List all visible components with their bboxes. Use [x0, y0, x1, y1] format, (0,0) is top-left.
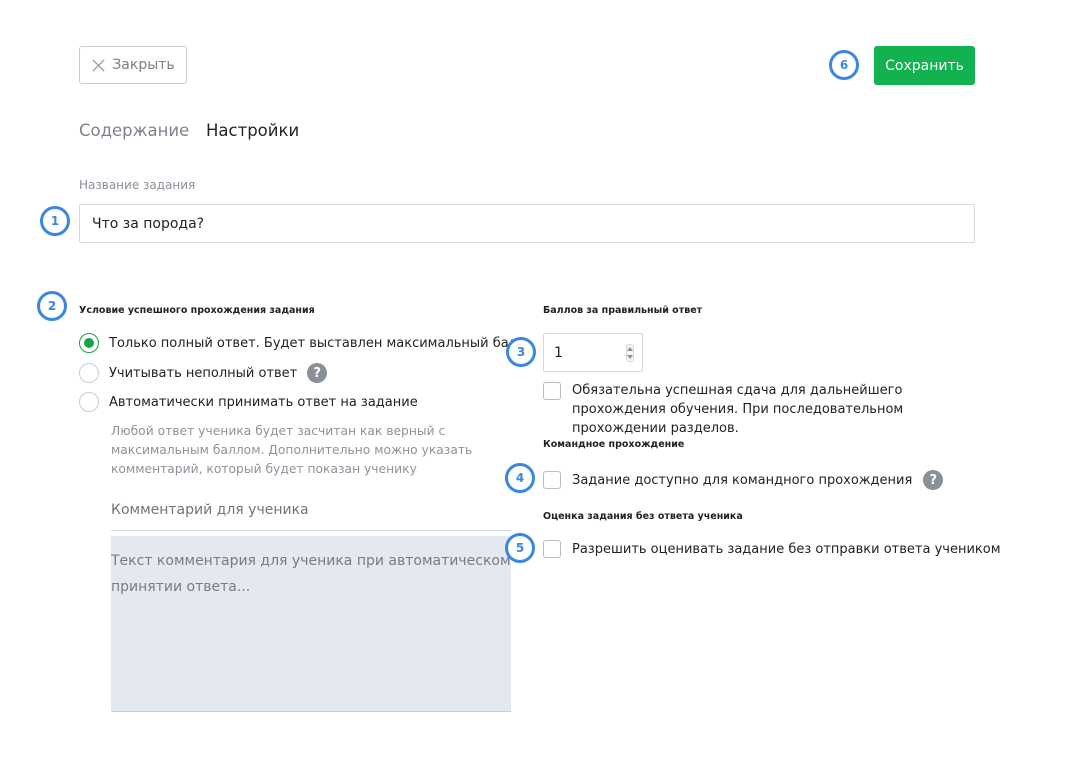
- radio-button[interactable]: [79, 363, 99, 383]
- team-title: Командное прохождение: [543, 439, 685, 450]
- stepper-down-icon[interactable]: [627, 354, 633, 359]
- stepper-up-icon[interactable]: [627, 346, 633, 351]
- team-checkbox-row[interactable]: Задание доступно для командного прохожде…: [543, 470, 944, 490]
- team-checkbox-label: Задание доступно для командного прохожде…: [572, 472, 913, 488]
- comment-divider: [111, 530, 511, 531]
- radio-partial-answer-label: Учитывать неполный ответ: [109, 365, 298, 381]
- score-input[interactable]: [552, 343, 626, 362]
- auto-accept-hint: Любой ответ ученика будет засчитан как в…: [111, 424, 473, 476]
- task-name-input[interactable]: [79, 204, 975, 243]
- annotation-badge-1: 1: [40, 206, 70, 236]
- annotation-badge-2: 2: [37, 291, 67, 321]
- comment-label: Комментарий для ученика: [111, 502, 309, 518]
- team-checkbox[interactable]: [543, 471, 561, 489]
- close-icon: [92, 58, 105, 72]
- grading-checkbox[interactable]: [543, 540, 561, 558]
- annotation-badge-4: 4: [505, 463, 535, 493]
- stepper-icon[interactable]: [626, 343, 634, 362]
- task-name-label: Название задания: [79, 178, 196, 192]
- close-button[interactable]: Закрыть: [79, 46, 187, 84]
- score-field: [543, 333, 643, 372]
- radio-auto-accept[interactable]: Автоматически принимать ответ на задание: [79, 392, 418, 412]
- save-button[interactable]: Сохранить: [874, 46, 975, 85]
- annotation-badge-3: 3: [506, 337, 536, 367]
- tab-content[interactable]: Содержание: [79, 121, 189, 140]
- radio-auto-accept-label: Автоматически принимать ответ на задание: [109, 394, 418, 410]
- pass-condition-title: Условие успешного прохождения задания: [79, 305, 315, 316]
- radio-full-answer-label: Только полный ответ. Будет выставлен мак…: [109, 335, 526, 351]
- radio-partial-answer[interactable]: Учитывать неполный ответ ?: [79, 363, 328, 383]
- comment-textarea[interactable]: [111, 536, 511, 712]
- annotation-badge-5: 5: [505, 533, 535, 563]
- radio-full-answer[interactable]: Только полный ответ. Будет выставлен мак…: [79, 333, 525, 353]
- required-pass-label: Обязательна успешная сдача для дальнейше…: [572, 383, 904, 436]
- grading-checkbox-label: Разрешить оценивать задание без отправки…: [572, 541, 1001, 557]
- radio-button-checked[interactable]: [79, 333, 99, 353]
- radio-button[interactable]: [79, 392, 99, 412]
- close-button-label: Закрыть: [112, 57, 175, 73]
- grading-title: Оценка задания без ответа ученика: [543, 511, 743, 522]
- required-pass-checkbox[interactable]: [543, 382, 561, 400]
- tab-settings[interactable]: Настройки: [206, 121, 299, 140]
- required-pass-checkbox-row[interactable]: Обязательна успешная сдача для дальнейше…: [543, 382, 973, 438]
- help-icon[interactable]: ?: [307, 363, 328, 383]
- grading-checkbox-row[interactable]: Разрешить оценивать задание без отправки…: [543, 540, 1001, 558]
- help-icon[interactable]: ?: [923, 470, 944, 490]
- score-title: Баллов за правильный ответ: [543, 305, 703, 316]
- annotation-badge-6: 6: [829, 50, 859, 80]
